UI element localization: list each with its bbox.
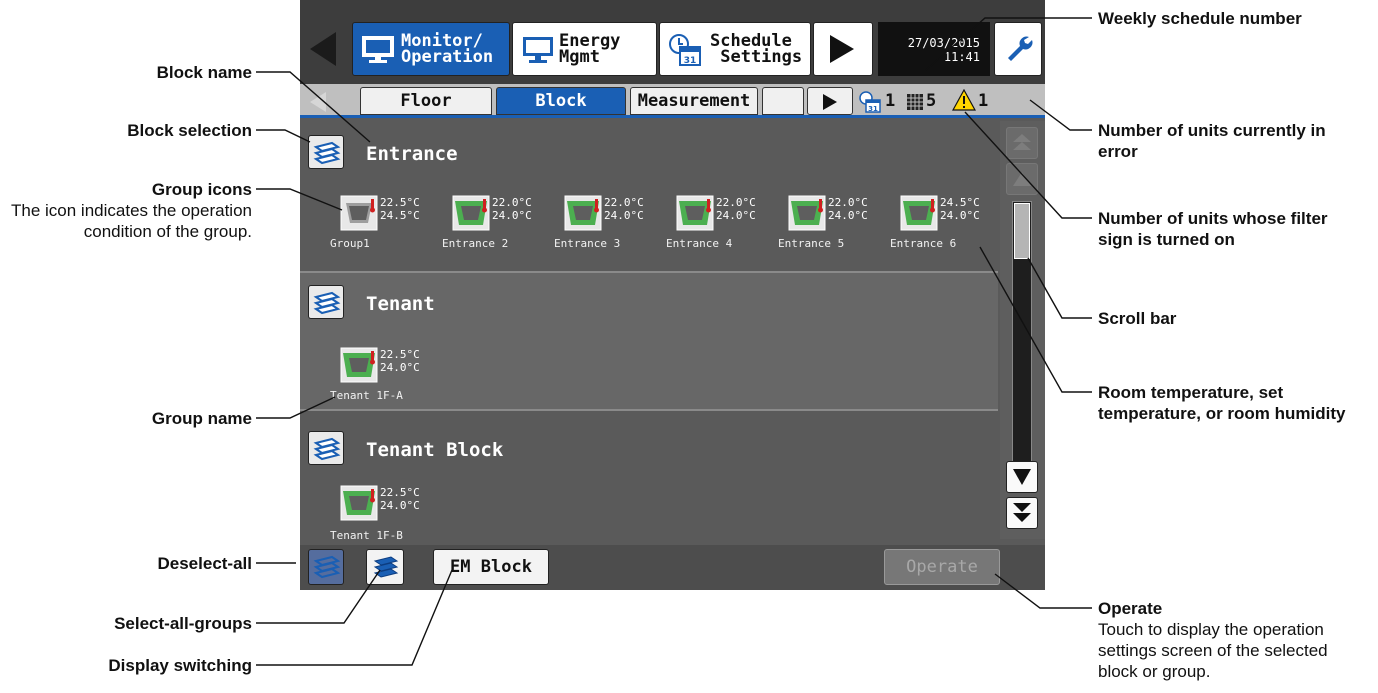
callout-weekly-schedule-number: Weekly schedule number: [1098, 9, 1302, 28]
callout-group-icons: Group icons The icon indicates the opera…: [11, 180, 252, 241]
callout-scroll-bar: Scroll bar: [1098, 309, 1177, 328]
callout-select-all-groups: Select-all-groups: [114, 614, 252, 633]
callout-deselect-all: Deselect-all: [157, 554, 253, 573]
callout-group-name: Group name: [151, 409, 252, 428]
callout-filter-sign-units: Number of units whose filter sign is tur…: [1098, 209, 1328, 249]
callout-operate: Operate Touch to display the operation s…: [1098, 599, 1328, 681]
callout-room-temperature: Room temperature, set temperature, or ro…: [1098, 383, 1346, 423]
callout-leader-lines: [256, 17, 1092, 666]
callout-block-name: Block name: [156, 63, 252, 82]
callout-display-switching: Display switching: [108, 656, 252, 675]
callout-units-in-error: Number of units currently in error: [1098, 121, 1326, 161]
callout-block-selection: Block selection: [127, 121, 252, 140]
